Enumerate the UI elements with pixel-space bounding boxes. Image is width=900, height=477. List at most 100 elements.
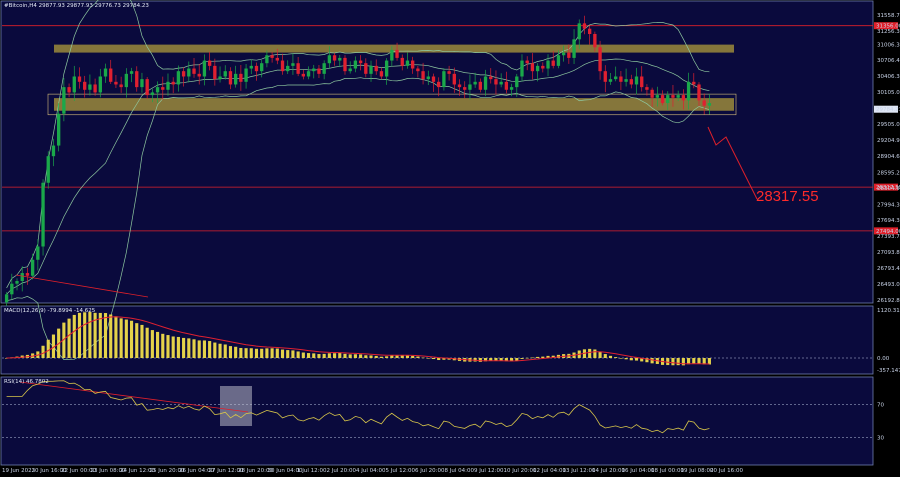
rsi-header: RSI(14) 46.7802 [4, 379, 49, 385]
macd-bar [98, 312, 102, 358]
candle-body [686, 81, 691, 101]
candle-body [692, 81, 696, 85]
price-tick-label: 30706.40 [877, 58, 900, 64]
candle-body [306, 71, 311, 77]
macd-bar [223, 344, 227, 358]
macd-bar [83, 312, 87, 358]
macd-bar [525, 357, 529, 359]
macd-bar [353, 354, 357, 358]
rsi-tick-label: 30 [877, 435, 884, 441]
candle-body [197, 73, 201, 77]
price-tick-label: 31256.30 [877, 29, 900, 35]
candle-body [338, 57, 342, 61]
macd-bar [109, 314, 113, 358]
time-tick-label: 9 Jul 12:00 [474, 468, 504, 474]
macd-bar [301, 352, 305, 358]
time-tick-label: 10 Jul 20:00 [504, 468, 537, 474]
time-tick-label: 16 Jul 04:00 [622, 468, 655, 474]
candle-body [452, 73, 456, 85]
candle-body [88, 84, 92, 90]
candle-body [390, 49, 394, 61]
candle-body [473, 81, 477, 85]
candle-body [577, 23, 581, 40]
candle-body [353, 60, 358, 69]
price-tick-label: 27994.30 [877, 202, 900, 208]
candle-body [77, 76, 82, 82]
time-tick-label: 14 Jul 20:00 [592, 468, 625, 474]
macd-bar [218, 343, 222, 358]
candle-body [614, 76, 618, 80]
macd-bar [437, 358, 441, 361]
price-tick-label: 28595.20 [877, 170, 900, 176]
candle-body [161, 87, 165, 90]
candle-body [463, 87, 467, 90]
macd-bar [536, 356, 540, 358]
time-tick-label: 6 Jul 20:00 [415, 468, 445, 474]
candle-body [509, 87, 514, 90]
candle-body [301, 73, 306, 77]
macd-bar [77, 312, 82, 358]
candle-body [322, 63, 326, 74]
price-tick-label: 27393.70 [877, 234, 900, 240]
candle-body [410, 60, 415, 69]
candle-body [176, 71, 181, 85]
time-tick-label: 5 Jul 12:00 [386, 468, 416, 474]
macd-bar [171, 336, 175, 358]
candle-body [515, 76, 519, 88]
macd-bar [338, 353, 342, 358]
candle-body [296, 63, 300, 74]
trading-chart: 31356.00 29784.23 28317.55 27494.00 31558.7… [0, 0, 900, 477]
candle-body [103, 68, 108, 77]
macd-bar [213, 342, 217, 358]
candle-body [207, 60, 212, 66]
macd-bar [286, 350, 290, 358]
macd-bar [530, 357, 534, 359]
price-tick-label: 28904.60 [877, 154, 900, 160]
candle-body [702, 100, 706, 106]
candle-body [171, 81, 175, 85]
candle-body [254, 65, 259, 72]
candle-body [124, 73, 129, 88]
macd-bar [666, 358, 670, 366]
macd-bar [202, 340, 206, 358]
macd-bar [270, 348, 274, 358]
candle-body [494, 79, 498, 85]
macd-bar [265, 348, 269, 358]
macd-bar [254, 348, 259, 358]
macd-bar [161, 333, 165, 358]
macd-bar [681, 358, 685, 366]
candle-body [629, 79, 633, 85]
candle-body [707, 103, 712, 106]
macd-bar [291, 350, 295, 358]
macd-bar [166, 335, 170, 358]
candle-body [426, 76, 430, 80]
candle-body [379, 71, 384, 77]
macd-bar [327, 353, 331, 358]
candle-body [213, 65, 217, 80]
candle-body [530, 63, 535, 72]
time-tick-label: 18 Jul 00:00 [651, 468, 684, 474]
macd-bar [150, 330, 154, 358]
macd-bar [306, 353, 311, 358]
candle-body [416, 68, 420, 72]
macd-bar [374, 355, 378, 358]
candle-body [551, 60, 555, 66]
candle-body [556, 55, 561, 66]
candle-body [192, 68, 196, 74]
macd-bar [156, 331, 160, 358]
macd-bar [431, 358, 436, 360]
candle-body [114, 81, 118, 85]
candle-body [567, 52, 571, 58]
candle-body [4, 294, 9, 303]
candle-body [640, 76, 644, 88]
candle-body [348, 68, 352, 72]
price-tick-label: 28304.90 [877, 186, 900, 192]
candle-body [457, 84, 462, 88]
macd-bar [67, 318, 71, 358]
price-badge-text-2: 29784.23 [876, 107, 900, 113]
candle-body [384, 60, 389, 77]
macd-tick-label: 0.00 [877, 356, 890, 362]
price-tick-label: 27694.30 [877, 218, 900, 224]
time-tick-label: 12 Jul 04:00 [533, 468, 566, 474]
candle-body [374, 65, 378, 72]
